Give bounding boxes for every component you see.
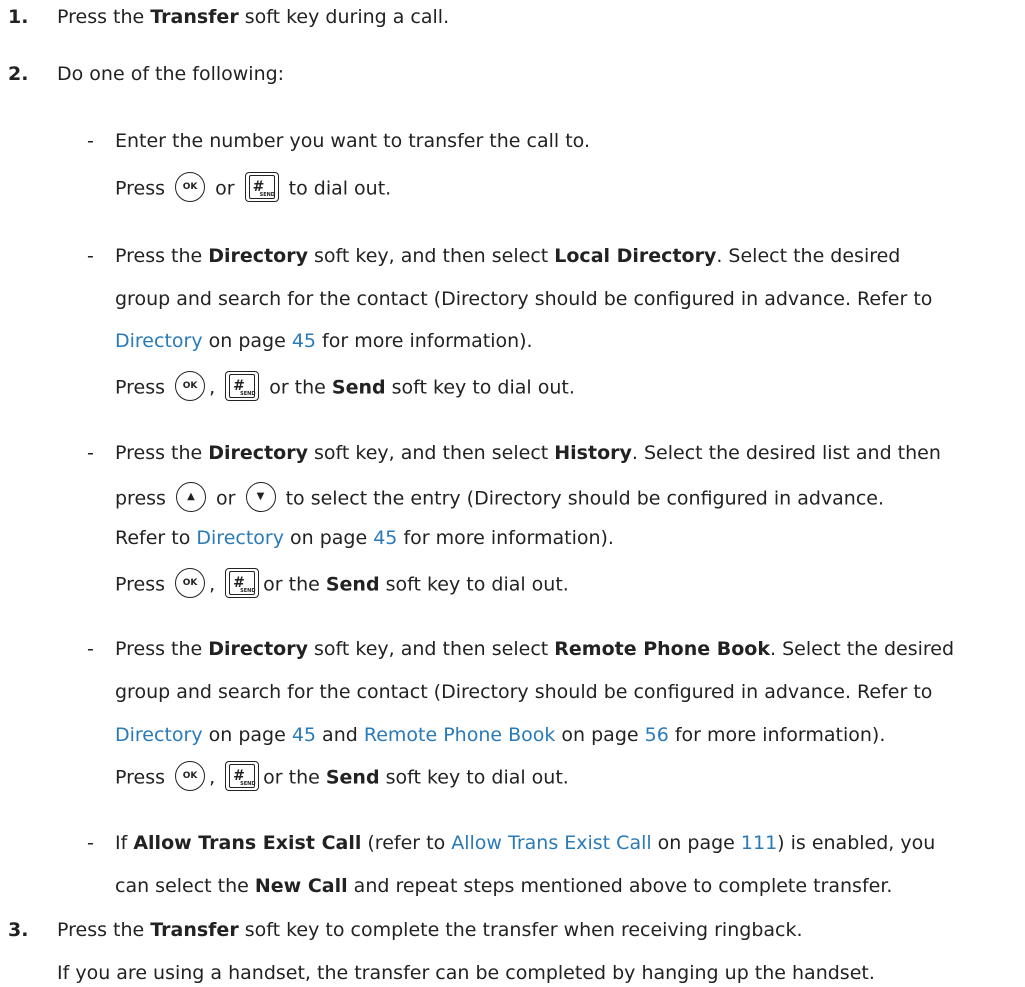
option-1-line1: Enter the number you want to transfer th…: [115, 130, 590, 152]
page-56-link[interactable]: 56: [645, 724, 669, 746]
ok-key-icon: OK: [175, 172, 206, 202]
directory-link[interactable]: Directory: [115, 330, 203, 352]
option-3-line1: Press the Directory soft key, and then s…: [115, 442, 941, 464]
send-key-icon: # SEND: [225, 568, 260, 598]
option-2-press-line: Press OK, # SEND or the Send soft key to …: [115, 371, 575, 403]
option-2-line1: Press the Directory soft key, and then s…: [115, 245, 901, 267]
option-3-line3: Refer to Directory on page 45 for more i…: [115, 527, 614, 549]
step-3-note: If you are using a handset, the transfer…: [57, 962, 875, 984]
ok-key-icon: OK: [175, 371, 206, 401]
step-3-text: Press the Transfer soft key to complete …: [57, 919, 803, 941]
send-key-icon: # SEND: [244, 172, 279, 202]
option-5-line1: If Allow Trans Exist Call (refer to Allo…: [115, 832, 936, 854]
option-3-press-line: Press OK, # SEND or the Send soft key to d…: [115, 568, 569, 600]
option-1-press-line: Press OK or # SEND to dial out.: [115, 172, 391, 204]
step-2-number: 2.: [8, 63, 29, 85]
step-1-number: 1.: [8, 6, 29, 28]
page-45-link[interactable]: 45: [292, 724, 316, 746]
option-5-line2: can select the New Call and repeat steps…: [115, 875, 893, 897]
option-4-line2: group and search for the contact (Direct…: [115, 681, 933, 703]
option-2-dash: -: [87, 245, 94, 267]
option-2-line2: group and search for the contact (Direct…: [115, 288, 933, 310]
step-1-text: Press the Transfer soft key during a cal…: [57, 6, 450, 28]
option-5-dash: -: [87, 832, 94, 854]
page-45-link[interactable]: 45: [373, 527, 397, 549]
down-arrow-key-icon: ▼: [245, 482, 276, 512]
step-3-number: 3.: [8, 919, 29, 941]
option-4-press-line: Press OK, # SEND or the Send soft key to d…: [115, 761, 569, 793]
page-45-link[interactable]: 45: [292, 330, 316, 352]
option-4-line1: Press the Directory soft key, and then s…: [115, 638, 955, 660]
option-1-dash: -: [87, 130, 94, 152]
ok-key-icon: OK: [175, 568, 206, 598]
step-2-text: Do one of the following:: [57, 63, 285, 85]
option-4-line3: Directory on page 45 and Remote Phone Bo…: [115, 724, 886, 746]
ok-key-icon: OK: [175, 761, 206, 791]
remote-phone-book-link[interactable]: Remote Phone Book: [364, 724, 556, 746]
send-key-icon: # SEND: [225, 371, 260, 401]
directory-link[interactable]: Directory: [196, 527, 284, 549]
up-arrow-key-icon: ▲: [176, 482, 206, 512]
page-111-link[interactable]: 111: [741, 832, 777, 854]
directory-link[interactable]: Directory: [115, 724, 203, 746]
allow-trans-exist-call-link[interactable]: Allow Trans Exist Call: [451, 832, 651, 854]
send-key-icon: # SEND: [225, 761, 260, 791]
option-4-dash: -: [87, 638, 94, 660]
option-2-line3: Directory on page 45 for more informatio…: [115, 330, 533, 352]
option-3-dash: -: [87, 442, 94, 464]
option-3-line2: press ▲ or ▼ to select the entry (Direct…: [115, 482, 884, 514]
